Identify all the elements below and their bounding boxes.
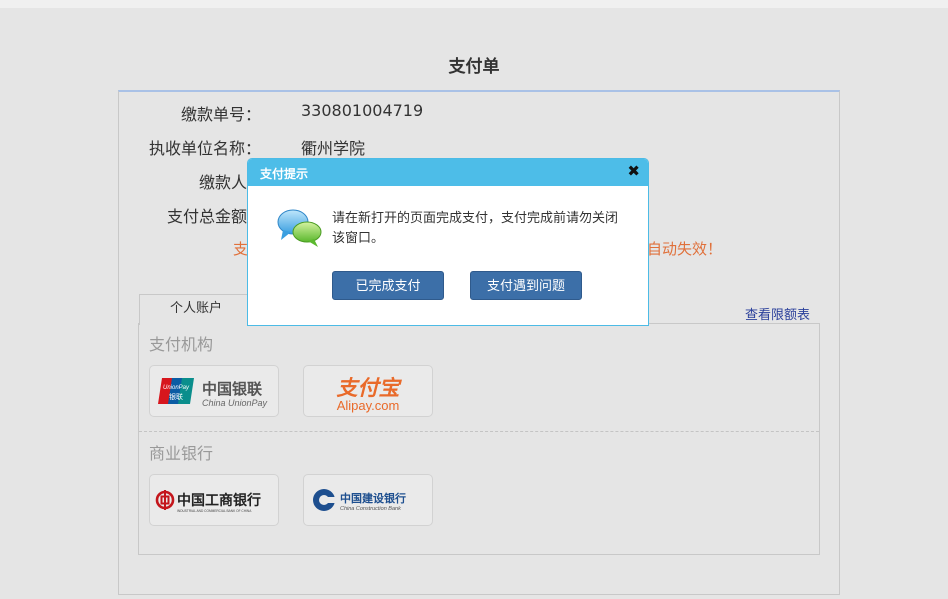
ccb-button[interactable]: 中国建设银行 China Construction Bank: [303, 474, 433, 526]
icbc-button[interactable]: 中国工商银行 INDUSTRIAL AND COMMERCIAL BANK OF…: [149, 474, 279, 526]
order-no-row: 缴款单号： 330801004719: [119, 101, 839, 127]
warning-text-right: 自动失效！: [647, 240, 723, 258]
close-icon[interactable]: ✖: [627, 162, 640, 180]
ccb-en: China Construction Bank: [340, 506, 401, 512]
account-box: 支付机构 UnionPay 银联 中国银联 China UnionPay 支付宝…: [138, 323, 820, 555]
alipay-logo-icon: 支付宝 Alipay.com: [337, 375, 403, 413]
order-no-value: 330801004719: [301, 101, 424, 120]
alipay-cn: 支付宝: [337, 375, 403, 400]
view-limit-link[interactable]: 查看限额表: [745, 304, 810, 323]
top-bar: [0, 0, 948, 8]
payment-done-button[interactable]: 已完成支付: [332, 271, 444, 300]
page-title: 支付单: [448, 57, 500, 77]
payer-label: 缴款人: [198, 173, 247, 192]
unionpay-badge-top: UnionPay: [163, 385, 190, 391]
unionpay-button[interactable]: UnionPay 银联 中国银联 China UnionPay: [149, 365, 279, 417]
alipay-button[interactable]: 支付宝 Alipay.com: [303, 365, 433, 417]
icbc-en: INDUSTRIAL AND COMMERCIAL BANK OF CHINA: [177, 509, 252, 513]
order-no-label: 缴款单号：: [180, 105, 261, 124]
tab-personal-account[interactable]: 个人账户: [139, 294, 253, 325]
section-commercial-bank: 商业银行: [149, 444, 214, 463]
dialog-header: 支付提示 ✖: [248, 159, 648, 186]
payment-problem-button[interactable]: 支付遇到问题: [470, 271, 582, 300]
unionpay-en: China UnionPay: [202, 398, 268, 408]
icbc-logo-icon: 中国工商银行 INDUSTRIAL AND COMMERCIAL BANK OF…: [155, 490, 261, 513]
ccb-logo-icon: 中国建设银行 China Construction Bank: [313, 489, 406, 512]
chat-bubbles-icon: [277, 209, 322, 247]
ccb-cn: 中国建设银行: [340, 491, 406, 505]
section-payment-institution: 支付机构: [149, 335, 214, 354]
unionpay-cn: 中国银联: [202, 380, 263, 398]
payee-label: 执收单位名称：: [148, 139, 261, 158]
unionpay-logo-icon: UnionPay 银联 中国银联 China UnionPay: [158, 378, 268, 408]
unionpay-badge-bottom: 银联: [169, 392, 183, 401]
icbc-cn: 中国工商银行: [177, 492, 261, 509]
dialog-title: 支付提示: [260, 167, 309, 181]
warning-text-left: 支: [233, 240, 249, 258]
section-divider: [139, 431, 819, 432]
total-label: 支付总金额: [166, 207, 247, 226]
alipay-en: Alipay.com: [337, 398, 400, 413]
payee-value: 衢州学院: [301, 139, 366, 158]
payment-prompt-dialog: 支付提示 ✖ 请在新打开的页面完成支付，支付完成前请勿关闭该窗口。 已完成支付 …: [247, 158, 649, 326]
dialog-message: 请在新打开的页面完成支付，支付完成前请勿关闭该窗口。: [332, 211, 619, 246]
